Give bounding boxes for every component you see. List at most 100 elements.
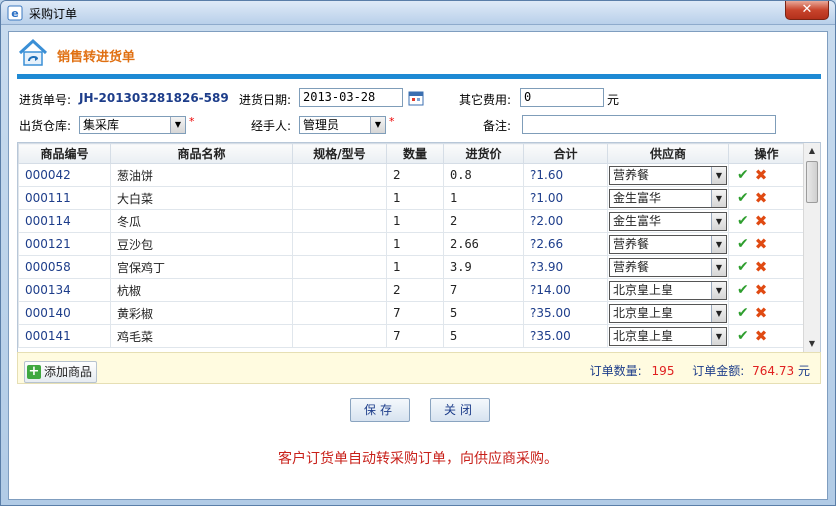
delete-icon[interactable]: ✖ [755, 237, 768, 252]
confirm-icon[interactable]: ✔ [737, 237, 749, 251]
delete-icon[interactable]: ✖ [755, 214, 768, 229]
window-close-button[interactable]: ✕ [785, 1, 829, 20]
quantity-cell[interactable]: 1 [386, 186, 444, 210]
column-header[interactable]: 规格/型号 [292, 143, 387, 164]
supplier-select[interactable]: 北京皇上皇 ▼ [609, 303, 727, 323]
column-header[interactable]: 商品名称 [110, 143, 293, 164]
table-row[interactable]: 000114 冬瓜 1 2 ?2.00 金生富华 ▼ ✔ ✖ [18, 209, 805, 233]
calendar-icon[interactable] [408, 90, 424, 106]
product-code: 000042 [18, 163, 111, 187]
column-header[interactable]: 商品编号 [18, 143, 111, 164]
supplier-select[interactable]: 北京皇上皇 ▼ [609, 326, 727, 346]
price-cell[interactable]: 1 [443, 186, 524, 210]
chevron-down-icon[interactable]: ▼ [711, 258, 726, 276]
operations-cell: ✔ ✖ [728, 255, 805, 279]
product-spec [292, 209, 387, 233]
supplier-cell: 金生富华 ▼ [607, 186, 729, 210]
chevron-down-icon[interactable]: ▼ [711, 189, 726, 207]
supplier-select[interactable]: 营养餐 ▼ [609, 234, 727, 254]
title-bar[interactable]: e 采购订单 ✕ [1, 1, 835, 25]
confirm-icon[interactable]: ✔ [737, 260, 749, 274]
price-cell[interactable]: 5 [443, 324, 524, 348]
product-name: 豆沙包 [110, 232, 293, 256]
handler-select[interactable]: 管理员 ▼ [299, 116, 386, 134]
supplier-select[interactable]: 营养餐 ▼ [609, 165, 727, 185]
price-cell[interactable]: 0.8 [443, 163, 524, 187]
operations-cell: ✔ ✖ [728, 186, 805, 210]
product-spec [292, 301, 387, 325]
delete-icon[interactable]: ✖ [755, 329, 768, 344]
quantity-cell[interactable]: 2 [386, 163, 444, 187]
delete-icon[interactable]: ✖ [755, 191, 768, 206]
table-row[interactable]: 000141 鸡毛菜 7 5 ?35.00 北京皇上皇 ▼ ✔ ✖ [18, 324, 805, 348]
table-row[interactable]: 000121 豆沙包 1 2.66 ?2.66 营养餐 ▼ ✔ ✖ [18, 232, 805, 256]
chevron-down-icon[interactable]: ▼ [370, 117, 385, 133]
other-fee-input[interactable]: 0 [520, 88, 604, 107]
table-row[interactable]: 000140 黄彩椒 7 5 ?35.00 北京皇上皇 ▼ ✔ ✖ [18, 301, 805, 325]
confirm-icon[interactable]: ✔ [737, 329, 749, 343]
warehouse-select[interactable]: 集采库 ▼ [79, 116, 186, 134]
confirm-icon[interactable]: ✔ [737, 283, 749, 297]
supplier-select[interactable]: 金生富华 ▼ [609, 188, 727, 208]
supplier-select[interactable]: 营养餐 ▼ [609, 257, 727, 277]
price-cell[interactable]: 7 [443, 278, 524, 302]
chevron-down-icon[interactable]: ▼ [711, 212, 726, 230]
column-header[interactable]: 供应商 [607, 143, 729, 164]
delete-icon[interactable]: ✖ [755, 306, 768, 321]
supplier-select[interactable]: 北京皇上皇 ▼ [609, 280, 727, 300]
chevron-down-icon[interactable]: ▼ [711, 304, 726, 322]
quantity-cell[interactable]: 1 [386, 255, 444, 279]
chevron-down-icon[interactable]: ▼ [711, 166, 726, 184]
product-code: 000140 [18, 301, 111, 325]
chevron-down-icon[interactable]: ▼ [711, 281, 726, 299]
product-code: 000121 [18, 232, 111, 256]
order-no-label: 进货单号: [19, 93, 72, 107]
scroll-thumb[interactable] [806, 161, 818, 203]
add-product-button[interactable]: + 添加商品 [24, 361, 98, 383]
supplier-cell: 营养餐 ▼ [607, 163, 729, 187]
quantity-cell[interactable]: 7 [386, 324, 444, 348]
delete-icon[interactable]: ✖ [755, 260, 768, 275]
price-cell[interactable]: 5 [443, 301, 524, 325]
column-header[interactable]: 进货价 [443, 143, 524, 164]
delete-icon[interactable]: ✖ [755, 283, 768, 298]
price-cell[interactable]: 2.66 [443, 232, 524, 256]
quantity-cell[interactable]: 7 [386, 301, 444, 325]
column-header[interactable]: 数量 [386, 143, 444, 164]
quantity-cell[interactable]: 1 [386, 209, 444, 233]
supplier-select[interactable]: 金生富华 ▼ [609, 211, 727, 231]
chevron-down-icon[interactable]: ▼ [170, 117, 185, 133]
delete-icon[interactable]: ✖ [755, 168, 768, 183]
price-cell[interactable]: 3.9 [443, 255, 524, 279]
quantity-cell[interactable]: 2 [386, 278, 444, 302]
table-footer: + 添加商品 订单数量: 195 订单金额: 764.73 元 [17, 352, 821, 384]
add-product-label: 添加商品 [44, 365, 93, 379]
close-button[interactable]: 关闭 [430, 398, 490, 422]
quantity-cell[interactable]: 1 [386, 232, 444, 256]
column-header[interactable]: 合计 [523, 143, 608, 164]
other-fee-label: 其它费用: [459, 93, 512, 107]
operations-cell: ✔ ✖ [728, 278, 805, 302]
chevron-down-icon[interactable]: ▼ [711, 235, 726, 253]
table-row[interactable]: 000111 大白菜 1 1 ?1.00 金生富华 ▼ ✔ ✖ [18, 186, 805, 210]
window-title: 采购订单 [29, 7, 78, 21]
date-input[interactable]: 2013-03-28 [299, 88, 403, 107]
confirm-icon[interactable]: ✔ [737, 191, 749, 205]
table-row[interactable]: 000042 葱油饼 2 0.8 ?1.60 营养餐 ▼ ✔ ✖ [18, 163, 805, 187]
scroll-down-icon[interactable]: ▼ [804, 336, 820, 352]
product-name: 葱油饼 [110, 163, 293, 187]
chevron-down-icon[interactable]: ▼ [711, 327, 726, 345]
table-row[interactable]: 000058 宫保鸡丁 1 3.9 ?3.90 营养餐 ▼ ✔ ✖ [18, 255, 805, 279]
price-cell[interactable]: 2 [443, 209, 524, 233]
supplier-selected: 金生富华 [613, 190, 662, 205]
supplier-cell: 金生富华 ▼ [607, 209, 729, 233]
vertical-scrollbar[interactable]: ▲ ▼ [803, 143, 820, 352]
save-button[interactable]: 保存 [350, 398, 410, 422]
confirm-icon[interactable]: ✔ [737, 306, 749, 320]
scroll-up-icon[interactable]: ▲ [804, 143, 820, 159]
product-spec [292, 324, 387, 348]
table-row[interactable]: 000134 杭椒 2 7 ?14.00 北京皇上皇 ▼ ✔ ✖ [18, 278, 805, 302]
confirm-icon[interactable]: ✔ [737, 168, 749, 182]
confirm-icon[interactable]: ✔ [737, 214, 749, 228]
remark-input[interactable] [522, 115, 776, 134]
